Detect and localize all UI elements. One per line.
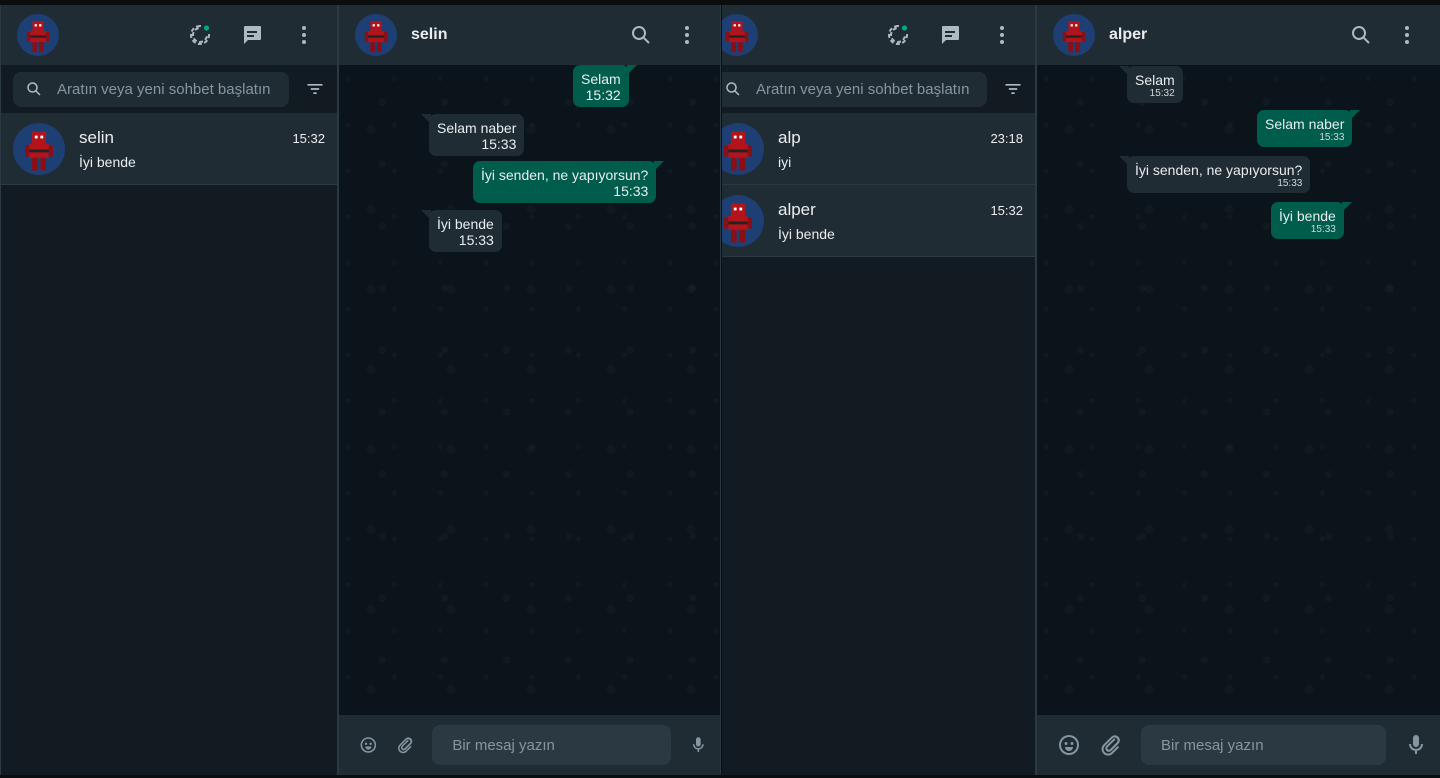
sidebar: selin 15:32 İyi bende [1, 5, 338, 775]
composer [1036, 715, 1440, 775]
chat-time: 23:18 [990, 130, 1023, 146]
message-text: İyi bende [437, 216, 494, 232]
chat-title[interactable]: selin [411, 26, 447, 44]
message-text: Selam [581, 71, 621, 87]
avatar[interactable] [722, 14, 758, 56]
avatar [13, 122, 65, 175]
message-bubble: İyi senden, ne yapıyorsun? 15:33 [1118, 156, 1311, 193]
menu-dots-icon[interactable] [1390, 18, 1424, 52]
mic-icon[interactable] [689, 733, 708, 757]
message-time: 15:33 [613, 183, 649, 199]
message-time: 15:33 [1310, 224, 1336, 235]
chat-pane: alper Selam 15:32 Selam naber 15:33 İyi … [1036, 5, 1440, 775]
status-icon[interactable] [183, 18, 217, 52]
message-text: Selam naber [437, 120, 517, 136]
new-chat-icon[interactable] [933, 18, 967, 52]
message-bubble: Selam naber 15:33 [1257, 110, 1361, 147]
avatar-figure-icon [364, 21, 387, 53]
message-text: İyi senden, ne yapıyorsun? [1135, 162, 1303, 178]
sidebar: alp 23:18 iyi alper 15:32 İyi bende [722, 5, 1036, 775]
attach-icon[interactable] [1099, 733, 1123, 757]
message-bubble: İyi bende 15:33 [421, 210, 502, 252]
avatar-figure-icon [724, 131, 753, 170]
avatar-figure-icon [724, 203, 753, 242]
message-list: Selam 15:32 Selam naber 15:33 İyi senden… [1036, 65, 1440, 715]
new-chat-icon[interactable] [235, 18, 269, 52]
message-time: 15:32 [1149, 88, 1175, 99]
message-time: 15:33 [481, 136, 517, 152]
filter-icon[interactable] [987, 79, 1023, 99]
avatar-figure-icon [26, 21, 49, 53]
sidebar-header [722, 5, 1035, 65]
message-text: Selam naber [1265, 116, 1345, 132]
search-input[interactable] [756, 80, 975, 98]
message-bubble: Selam 15:32 [1119, 66, 1183, 103]
menu-dots-icon[interactable] [985, 18, 1019, 52]
avatar-figure-icon [725, 21, 748, 53]
attach-icon[interactable] [396, 733, 415, 757]
search-row [1, 65, 337, 113]
composer [338, 715, 720, 775]
menu-dots-icon[interactable] [287, 18, 321, 52]
avatar[interactable] [355, 14, 397, 56]
mic-icon[interactable] [1404, 733, 1428, 757]
chat-pane: selin Selam 15:32 Selam naber 15:33 İyi … [338, 5, 720, 775]
status-icon[interactable] [881, 18, 915, 52]
chat-window-1: selin 15:32 İyi bende selin Selam 15:32 … [0, 5, 721, 775]
message-text: İyi senden, ne yapıyorsun? [481, 167, 649, 183]
avatar [722, 194, 764, 247]
message-list: Selam 15:32 Selam naber 15:33 İyi senden… [338, 65, 720, 715]
sidebar-header [1, 5, 337, 65]
message-time: 15:33 [458, 232, 494, 248]
chat-name: selin [79, 127, 114, 147]
chat-title[interactable]: alper [1109, 26, 1147, 44]
message-bubble: İyi senden, ne yapıyorsun? 15:33 [473, 161, 665, 203]
chat-header[interactable]: alper [1036, 5, 1440, 65]
search-icon[interactable] [25, 80, 43, 98]
message-input[interactable] [432, 725, 672, 765]
avatar[interactable] [17, 14, 59, 56]
chat-preview: iyi [778, 153, 792, 170]
emoji-icon[interactable] [359, 733, 378, 757]
emoji-icon[interactable] [1057, 733, 1081, 757]
chat-window-2: alp 23:18 iyi alper 15:32 İyi bende alpe… [722, 5, 1440, 775]
search-icon[interactable] [724, 80, 742, 98]
chat-time: 15:32 [990, 202, 1023, 218]
avatar[interactable] [1053, 14, 1095, 56]
search-box [722, 71, 987, 107]
chat-preview: İyi bende [778, 225, 835, 242]
chat-name: alper [778, 199, 816, 219]
chat-header[interactable]: selin [338, 5, 720, 65]
message-bubble: İyi bende 15:33 [1271, 202, 1352, 239]
search-input[interactable] [57, 80, 277, 98]
message-bubble: Selam naber 15:33 [420, 114, 525, 156]
message-text: Selam [1135, 72, 1175, 88]
search-icon[interactable] [624, 18, 658, 52]
message-time: 15:32 [585, 87, 621, 103]
search-icon[interactable] [1344, 18, 1378, 52]
menu-dots-icon[interactable] [670, 18, 704, 52]
message-bubble: Selam 15:32 [573, 65, 637, 107]
message-input[interactable] [1141, 725, 1386, 765]
chat-preview: İyi bende [79, 153, 136, 170]
search-box [13, 71, 289, 107]
avatar [722, 122, 764, 175]
message-time: 15:33 [1277, 178, 1303, 189]
search-row [722, 65, 1035, 113]
chat-name: alp [778, 127, 801, 147]
chat-list-item[interactable]: selin 15:32 İyi bende [1, 113, 337, 185]
chat-list-item[interactable]: alper 15:32 İyi bende [722, 185, 1035, 257]
chat-list-item[interactable]: alp 23:18 iyi [722, 113, 1035, 185]
message-time: 15:33 [1319, 132, 1345, 143]
filter-icon[interactable] [289, 79, 325, 99]
avatar-figure-icon [25, 131, 54, 170]
chat-time: 15:32 [292, 130, 325, 146]
avatar-figure-icon [1062, 21, 1085, 53]
message-text: İyi bende [1279, 208, 1336, 224]
